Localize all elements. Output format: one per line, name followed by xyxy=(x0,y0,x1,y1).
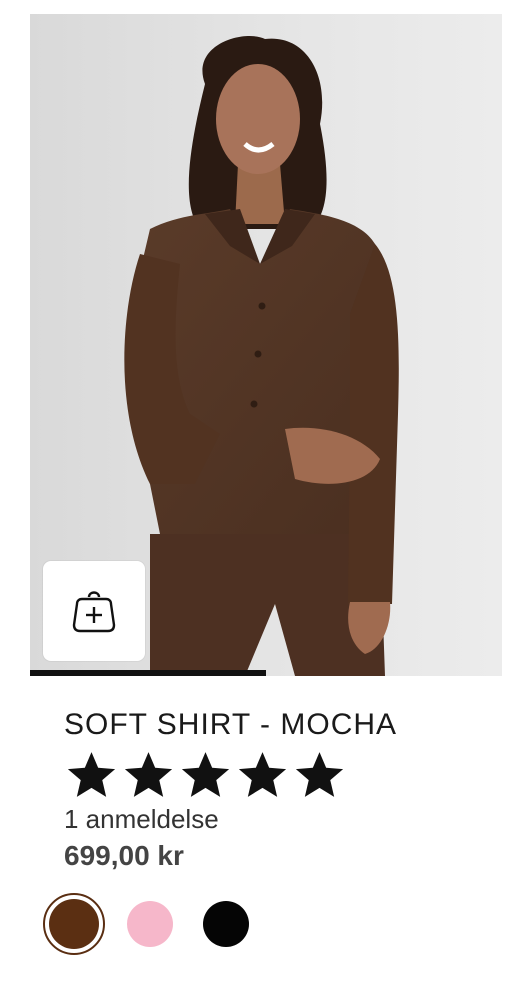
swatch-mocha[interactable] xyxy=(43,893,105,955)
color-swatches xyxy=(43,893,271,955)
swatch-color-black xyxy=(203,901,249,947)
product-title[interactable]: SOFT SHIRT - MOCHA xyxy=(64,708,397,742)
add-to-bag-button[interactable] xyxy=(43,561,145,661)
star-icon xyxy=(295,752,344,797)
star-icon xyxy=(181,752,230,797)
swatch-color-pink xyxy=(127,901,173,947)
star-icon xyxy=(67,752,116,797)
swatch-color-mocha xyxy=(49,899,99,949)
product-price: 699,00 kr xyxy=(64,840,184,871)
star-icon xyxy=(238,752,287,797)
product-card: SOFT SHIRT - MOCHA 1 anmeldelse 699,00 k… xyxy=(0,0,521,984)
review-count[interactable]: 1 anmeldelse xyxy=(64,804,219,835)
swatch-black[interactable] xyxy=(195,893,257,955)
bag-plus-icon xyxy=(72,591,116,633)
gallery-progress-track xyxy=(30,670,502,676)
rating-stars xyxy=(64,748,347,804)
gallery-progress-fill xyxy=(30,670,266,676)
swatch-pink[interactable] xyxy=(119,893,181,955)
star-icon xyxy=(124,752,173,797)
